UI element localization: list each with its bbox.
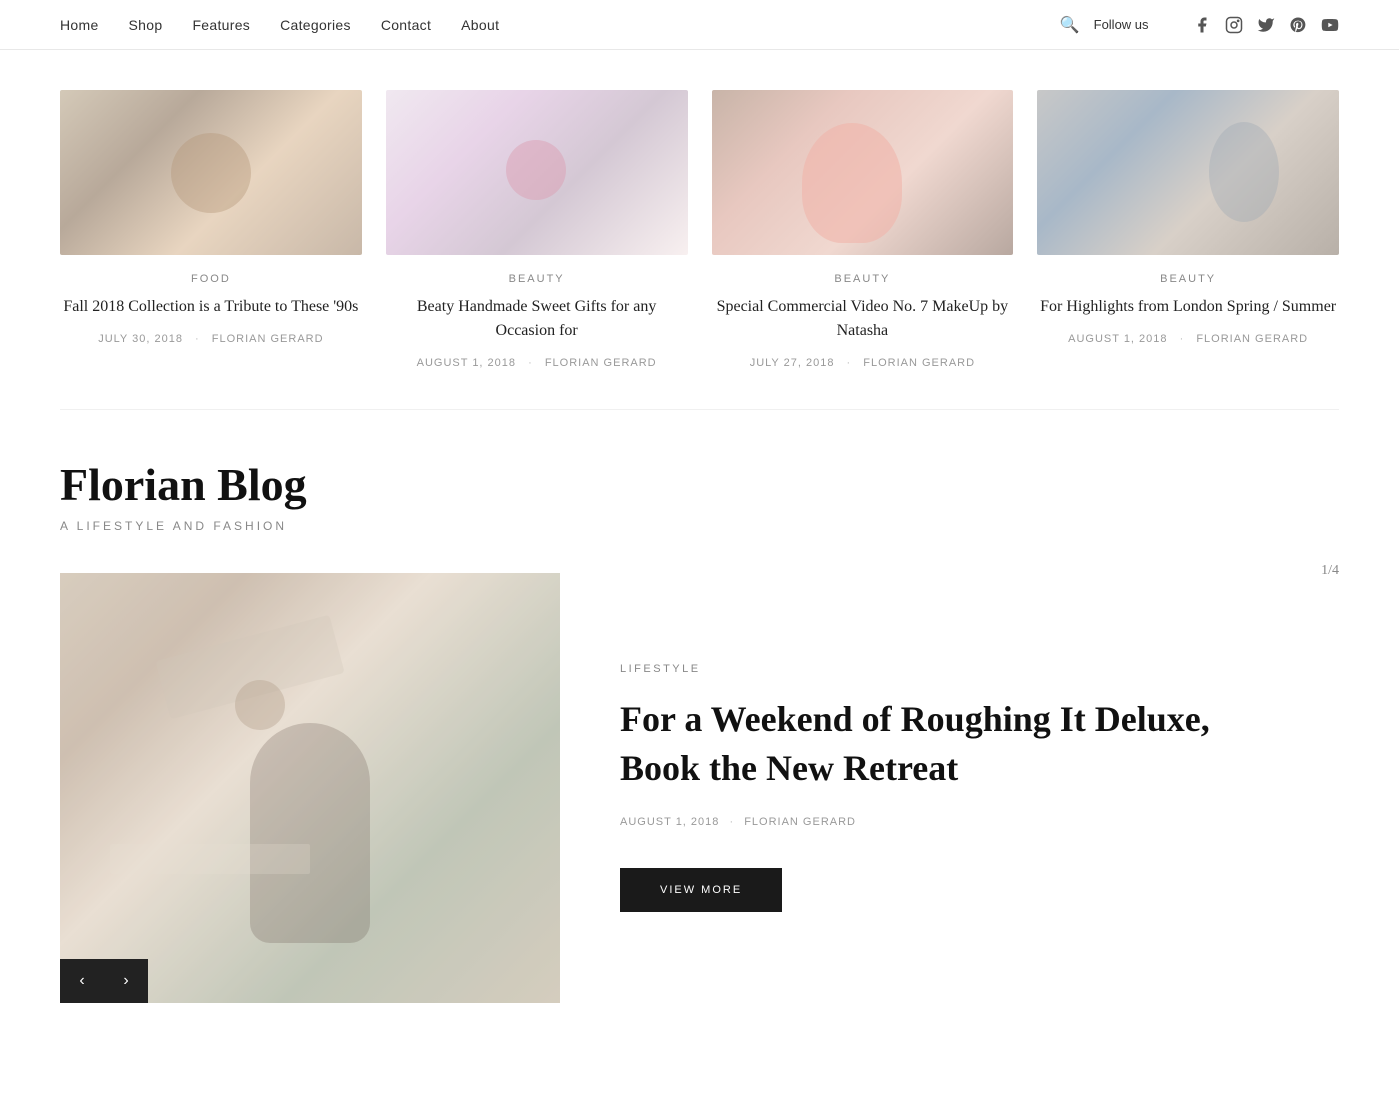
card-3-title: Special Commercial Video No. 7 MakeUp by…	[712, 295, 1014, 343]
card-4-category: BEAUTY	[1037, 273, 1339, 285]
twitter-icon[interactable]	[1257, 16, 1275, 34]
card-4-date: AUGUST 1, 2018	[1068, 333, 1167, 345]
slide-counter: 1/4	[1321, 563, 1339, 579]
card-4-image	[1037, 90, 1339, 255]
view-more-button[interactable]: VIEW MORE	[620, 868, 782, 912]
card-1-title: Fall 2018 Collection is a Tribute to The…	[60, 295, 362, 319]
card-1-author: FLORIAN GERARD	[212, 333, 324, 345]
card-1: FOOD Fall 2018 Collection is a Tribute t…	[60, 90, 362, 369]
card-2: BEAUTY Beaty Handmade Sweet Gifts for an…	[386, 90, 688, 369]
blog-subtitle: A LIFESTYLE AND FASHION	[60, 519, 1339, 533]
card-2-author: FLORIAN GERARD	[545, 357, 657, 369]
prev-button[interactable]: ‹	[60, 959, 104, 1003]
card-2-date: AUGUST 1, 2018	[417, 357, 516, 369]
featured-author: FLORIAN GERARD	[744, 816, 856, 828]
nav-contact[interactable]: Contact	[381, 17, 431, 33]
search-icon[interactable]: 🔍	[1060, 15, 1080, 35]
nav-categories[interactable]: Categories	[280, 17, 351, 33]
card-2-image	[386, 90, 688, 255]
nav-shop[interactable]: Shop	[129, 17, 163, 33]
facebook-icon[interactable]: 	[1167, 16, 1179, 34]
card-4: BEAUTY For Highlights from London Spring…	[1037, 90, 1339, 369]
card-1-date: JULY 30, 2018	[98, 333, 183, 345]
nav-home[interactable]: Home	[60, 17, 99, 33]
card-4-title: For Highlights from London Spring / Summ…	[1037, 295, 1339, 319]
nav-about[interactable]: About	[461, 17, 499, 33]
card-1-category: FOOD	[60, 273, 362, 285]
nav-features[interactable]: Features	[192, 17, 250, 33]
card-3-author: FLORIAN GERARD	[863, 357, 975, 369]
card-3-image	[712, 90, 1014, 255]
card-3-meta: JULY 27, 2018 · FLORIAN GERARD	[712, 357, 1014, 369]
cards-section: FOOD Fall 2018 Collection is a Tribute t…	[0, 50, 1399, 399]
card-2-title: Beaty Handmade Sweet Gifts for any Occas…	[386, 295, 688, 343]
follow-label: Follow us	[1094, 17, 1149, 32]
card-2-category: BEAUTY	[386, 273, 688, 285]
card-1-image	[60, 90, 362, 255]
featured-content: ‹ › 1/4 LIFESTYLE For a Weekend of Rough…	[60, 573, 1339, 1003]
card-3-category: BEAUTY	[712, 273, 1014, 285]
instagram-icon[interactable]	[1225, 16, 1243, 34]
main-nav: Home Shop Features Categories Contact Ab…	[0, 0, 1399, 50]
nav-links: Home Shop Features Categories Contact Ab…	[60, 17, 499, 33]
card-3: BEAUTY Special Commercial Video No. 7 Ma…	[712, 90, 1014, 369]
youtube-icon[interactable]	[1321, 16, 1339, 34]
nav-right: 🔍 Follow us 	[1060, 15, 1339, 35]
featured-category: LIFESTYLE	[620, 663, 1279, 675]
card-2-meta: AUGUST 1, 2018 · FLORIAN GERARD	[386, 357, 688, 369]
card-3-date: JULY 27, 2018	[750, 357, 835, 369]
card-4-author: FLORIAN GERARD	[1196, 333, 1308, 345]
featured-title: For a Weekend of Roughing It Deluxe, Boo…	[620, 695, 1279, 792]
pinterest-icon[interactable]	[1289, 16, 1307, 34]
card-1-meta: JULY 30, 2018 · FLORIAN GERARD	[60, 333, 362, 345]
featured-text: 1/4 LIFESTYLE For a Weekend of Roughing …	[560, 573, 1339, 1003]
featured-date: AUGUST 1, 2018	[620, 816, 719, 828]
card-4-meta: AUGUST 1, 2018 · FLORIAN GERARD	[1037, 333, 1339, 345]
next-button[interactable]: ›	[104, 959, 148, 1003]
featured-meta: AUGUST 1, 2018 · FLORIAN GERARD	[620, 816, 1279, 828]
featured-section: Florian Blog A LIFESTYLE AND FASHION ‹ ›…	[0, 410, 1399, 1003]
facebook-icon[interactable]	[1193, 16, 1211, 34]
blog-title: Florian Blog	[60, 460, 1339, 511]
featured-nav-controls: ‹ ›	[60, 959, 148, 1003]
featured-image: ‹ ›	[60, 573, 560, 1003]
